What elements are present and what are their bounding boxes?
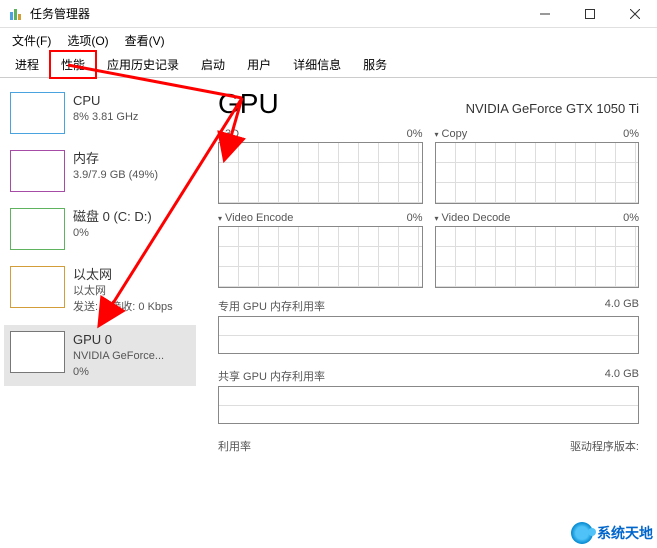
gpu-usage: 0% — [73, 365, 164, 380]
window-titlebar: 任务管理器 — [0, 0, 657, 28]
utilization-label: 利用率 — [218, 438, 251, 454]
chevron-down-icon: ▾ — [435, 130, 439, 139]
close-button[interactable] — [612, 0, 657, 28]
chart-video-encode: ▾Video Encode 0% — [218, 212, 423, 288]
disk-thumbnail — [10, 208, 65, 250]
chart-3d-percent: 0% — [407, 128, 423, 140]
gpu-info: GPU 0 NVIDIA GeForce... 0% — [73, 331, 164, 380]
main-header: GPU NVIDIA GeForce GTX 1050 Ti — [218, 88, 639, 120]
ethernet-throughput: 发送: 0 接收: 0 Kbps — [73, 300, 173, 315]
tab-bar: 进程 性能 应用历史记录 启动 用户 详细信息 服务 — [0, 52, 657, 78]
driver-version-label: 驱动程序版本: — [570, 438, 639, 454]
dedicated-memory-value: 4.0 GB — [605, 298, 639, 314]
sidebar-item-gpu[interactable]: GPU 0 NVIDIA GeForce... 0% — [4, 325, 196, 386]
minimize-button[interactable] — [522, 0, 567, 28]
sidebar-item-disk[interactable]: 磁盘 0 (C: D:) 0% — [4, 202, 196, 256]
ethernet-adapter: 以太网 — [73, 284, 173, 299]
gpu-chart-grid: ▾3D 0% ▾Copy 0% ▾Video Encode 0% — [218, 128, 639, 288]
memory-info: 内存 3.9/7.9 GB (49%) — [73, 150, 158, 192]
window-controls — [522, 0, 657, 28]
chart-venc-percent: 0% — [407, 212, 423, 224]
gpu-name-short: NVIDIA GeForce... — [73, 349, 164, 364]
dedicated-memory-label: 专用 GPU 内存利用率 — [218, 298, 325, 314]
app-icon — [8, 6, 24, 22]
tab-app-history[interactable]: 应用历史记录 — [96, 51, 190, 78]
gpu-device-name: NVIDIA GeForce GTX 1050 Ti — [466, 101, 639, 116]
tab-performance[interactable]: 性能 — [50, 51, 96, 78]
sidebar-item-ethernet[interactable]: 以太网 以太网 发送: 0 接收: 0 Kbps — [4, 260, 196, 321]
main-panel: GPU NVIDIA GeForce GTX 1050 Ti ▾3D 0% ▾C… — [200, 78, 657, 548]
cpu-info: CPU 8% 3.81 GHz — [73, 92, 138, 134]
tab-users[interactable]: 用户 — [236, 51, 282, 78]
ethernet-thumbnail — [10, 266, 65, 308]
watermark-text: 系统天地 — [597, 523, 653, 543]
tab-details[interactable]: 详细信息 — [282, 51, 352, 78]
menu-file[interactable]: 文件(F) — [4, 30, 59, 51]
sidebar-item-memory[interactable]: 内存 3.9/7.9 GB (49%) — [4, 144, 196, 198]
chart-copy-percent: 0% — [623, 128, 639, 140]
menu-options[interactable]: 选项(O) — [59, 30, 116, 51]
tab-services[interactable]: 服务 — [352, 51, 398, 78]
dedicated-memory-graph[interactable] — [218, 316, 639, 354]
shared-memory-value: 4.0 GB — [605, 368, 639, 384]
shared-memory-graph[interactable] — [218, 386, 639, 424]
ethernet-info: 以太网 以太网 发送: 0 接收: 0 Kbps — [73, 266, 173, 315]
chart-3d: ▾3D 0% — [218, 128, 423, 204]
memory-title: 内存 — [73, 150, 158, 168]
chart-copy-graph[interactable] — [435, 142, 640, 204]
tab-startup[interactable]: 启动 — [190, 51, 236, 78]
chart-copy-selector[interactable]: ▾Copy — [435, 128, 468, 140]
cpu-thumbnail — [10, 92, 65, 134]
cpu-title: CPU — [73, 92, 138, 110]
chart-venc-selector[interactable]: ▾Video Encode — [218, 212, 293, 224]
chevron-down-icon: ▾ — [218, 214, 222, 223]
chart-copy: ▾Copy 0% — [435, 128, 640, 204]
chart-venc-graph[interactable] — [218, 226, 423, 288]
shared-memory-label: 共享 GPU 内存利用率 — [218, 368, 325, 384]
chart-3d-graph[interactable] — [218, 142, 423, 204]
disk-title: 磁盘 0 (C: D:) — [73, 208, 152, 226]
disk-info: 磁盘 0 (C: D:) 0% — [73, 208, 152, 250]
cpu-usage: 8% 3.81 GHz — [73, 110, 138, 125]
watermark-icon — [571, 522, 593, 544]
chevron-down-icon: ▾ — [435, 214, 439, 223]
menu-view[interactable]: 查看(V) — [117, 30, 173, 51]
watermark: 系统天地 — [571, 522, 653, 544]
sidebar-item-cpu[interactable]: CPU 8% 3.81 GHz — [4, 86, 196, 140]
tab-processes[interactable]: 进程 — [4, 51, 50, 78]
panel-title: GPU — [218, 88, 279, 120]
menubar: 文件(F) 选项(O) 查看(V) — [0, 28, 657, 52]
memory-thumbnail — [10, 150, 65, 192]
memory-usage: 3.9/7.9 GB (49%) — [73, 168, 158, 183]
ethernet-title: 以太网 — [73, 266, 173, 284]
chart-vdec-selector[interactable]: ▾Video Decode — [435, 212, 511, 224]
maximize-button[interactable] — [567, 0, 612, 28]
gpu-title: GPU 0 — [73, 331, 164, 349]
chart-3d-selector[interactable]: ▾3D — [218, 128, 239, 140]
gpu-memory-section: 专用 GPU 内存利用率 4.0 GB 共享 GPU 内存利用率 4.0 GB — [218, 298, 639, 424]
disk-usage: 0% — [73, 226, 152, 241]
chart-video-decode: ▾Video Decode 0% — [435, 212, 640, 288]
performance-sidebar: CPU 8% 3.81 GHz 内存 3.9/7.9 GB (49%) 磁盘 0… — [0, 78, 200, 548]
chart-vdec-percent: 0% — [623, 212, 639, 224]
content-area: CPU 8% 3.81 GHz 内存 3.9/7.9 GB (49%) 磁盘 0… — [0, 78, 657, 548]
footer-labels: 利用率 驱动程序版本: — [218, 438, 639, 454]
gpu-thumbnail — [10, 331, 65, 373]
chart-vdec-graph[interactable] — [435, 226, 640, 288]
chevron-down-icon: ▾ — [218, 130, 222, 139]
